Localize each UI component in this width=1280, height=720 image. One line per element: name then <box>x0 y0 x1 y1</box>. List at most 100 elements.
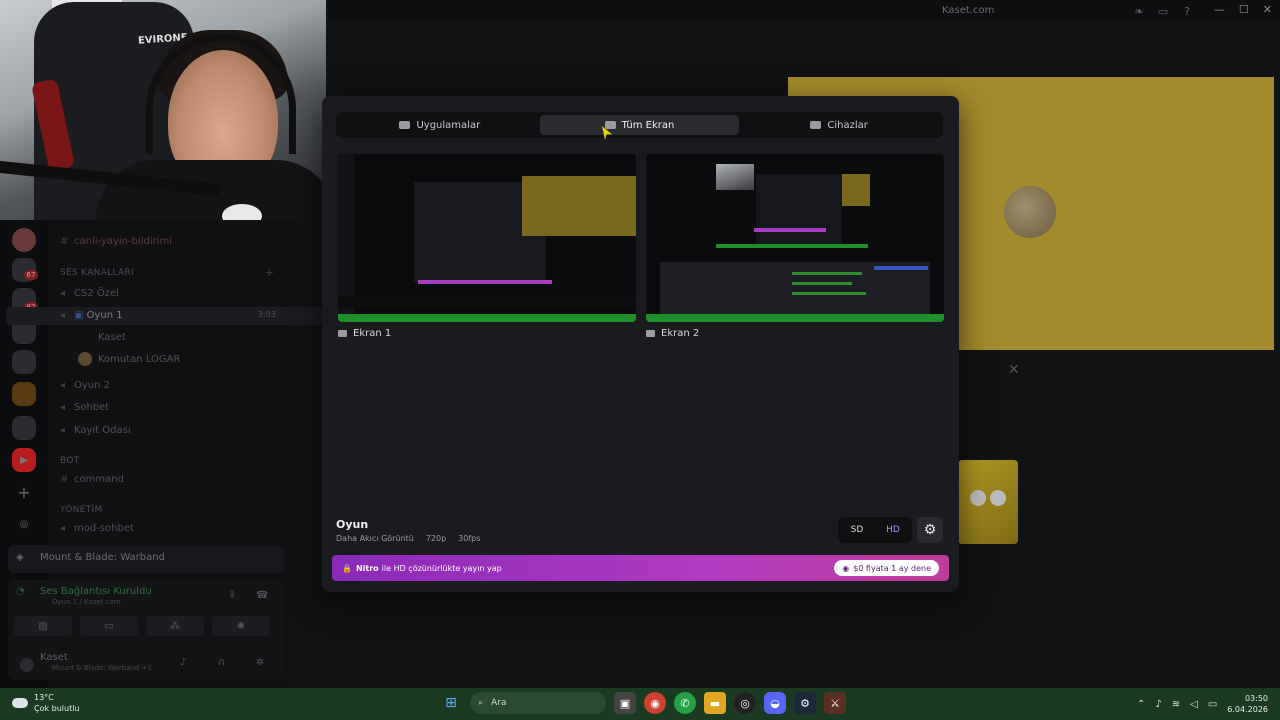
chrome-icon[interactable]: ◉ <box>644 692 666 714</box>
screen-share-button[interactable]: ▭ <box>80 616 138 636</box>
source-tabs: Uygulamalar Tüm Ekran Cihazlar <box>336 112 943 138</box>
server-icon[interactable] <box>12 416 36 440</box>
voice-user[interactable]: Kaset <box>98 332 126 343</box>
category-admin[interactable]: YÖNETİM <box>60 505 103 515</box>
hd-button[interactable]: HD <box>878 520 908 540</box>
nitro-banner: 🔒 Nitro ile HD çözünürlükte yayın yap ◉ … <box>332 555 949 581</box>
voice-channel[interactable]: ◂ CS2 Özel <box>60 288 119 299</box>
screen-share-modal: Uygulamalar Tüm Ekran Cihazlar Ekran 1 E… <box>322 96 959 592</box>
nitro-brand: Nitro <box>355 563 379 573</box>
stream-fps: 30fps <box>458 534 481 543</box>
minimize-button[interactable]: — <box>1214 3 1225 16</box>
voice-channel[interactable]: ◂ mod-sohbet <box>60 523 134 534</box>
stream-resolution: 720p <box>425 534 447 543</box>
settings-icon[interactable]: ✲ <box>256 657 264 668</box>
battery-icon[interactable]: ▭ <box>1208 699 1217 710</box>
text-channel[interactable]: # command <box>60 474 124 485</box>
camera-off-button[interactable]: ▨ <box>14 616 72 636</box>
sd-button[interactable]: SD <box>842 520 872 540</box>
stream-title: Oyun <box>336 518 369 531</box>
screen-1-label[interactable]: Ekran 1 <box>338 328 391 339</box>
participant-avatar <box>1004 186 1056 238</box>
youtube-server-icon[interactable]: ▶ <box>12 448 36 472</box>
whatsapp-icon[interactable]: ✆ <box>674 692 696 714</box>
noise-icon[interactable]: ⫴ <box>230 590 234 601</box>
category-bot[interactable]: BOT <box>60 456 80 466</box>
voice-channel[interactable]: ◂ Kayıt Odası <box>60 425 131 436</box>
chevron-up-icon[interactable]: ⌃ <box>1137 699 1145 710</box>
cloud-icon <box>12 698 28 708</box>
volume-icon[interactable]: ◁ <box>1190 699 1198 710</box>
screen-2-label[interactable]: Ekran 2 <box>646 328 699 339</box>
add-server-icon[interactable]: + <box>12 480 36 504</box>
mic-icon[interactable]: ♪ <box>1155 699 1161 710</box>
monitor-icon <box>338 330 347 337</box>
stream-mode: Daha Akıcı Görüntü <box>336 534 414 543</box>
screen-1-thumbnail[interactable] <box>338 154 636 322</box>
add-channel-icon[interactable]: + <box>265 266 274 279</box>
signal-icon: ◔ <box>16 586 25 597</box>
weather-widget[interactable]: 13°C Çok bulutlu <box>12 692 80 714</box>
webcam-overlay: EVIRONE <box>0 0 326 220</box>
stream-meta: Daha Akıcı Görüntü 720p 30fps <box>336 534 480 543</box>
tab-applications[interactable]: Uygulamalar <box>340 115 540 135</box>
user-status: Mount & Blade: Warband +1 <box>52 664 153 672</box>
close-icon[interactable]: ✕ <box>1008 362 1020 378</box>
wifi-icon[interactable]: ≋ <box>1172 699 1180 710</box>
steam-icon[interactable]: ⚙ <box>794 692 816 714</box>
tab-full-screen[interactable]: Tüm Ekran <box>539 115 740 135</box>
voice-user[interactable]: Komutan LOGAR <box>78 352 180 366</box>
game-name: Mount & Blade: Warband <box>40 552 165 563</box>
avatar <box>78 352 92 366</box>
monitor-icon <box>604 121 616 129</box>
channel-item[interactable]: # canli-yayin-bildirimi <box>60 236 172 247</box>
voice-channel[interactable]: ◂ Sohbet <box>60 402 109 413</box>
screen-2-thumbnail[interactable] <box>646 154 944 322</box>
disconnect-icon[interactable]: ☎ <box>256 590 268 601</box>
participant-tile[interactable] <box>958 460 1018 544</box>
inbox-icon[interactable]: ▭ <box>1156 4 1170 18</box>
start-button[interactable]: ⊞ <box>440 692 462 714</box>
user-name: Kaset <box>40 652 68 663</box>
nitro-trial-button[interactable]: ◉ $0 fiyata 1 ay dene <box>834 560 939 576</box>
game-icon[interactable]: ⚔ <box>824 692 846 714</box>
obs-icon[interactable]: ◎ <box>734 692 756 714</box>
soundboard-button[interactable]: ✺ <box>212 616 270 636</box>
game-icon: ◈ <box>16 552 24 563</box>
help-icon[interactable]: ? <box>1180 4 1194 18</box>
discord-app: Kaset.com ❧ ▭ ? — ☐ ✕ 67 82 ▶ + ◎ #canli… <box>0 0 1280 688</box>
camera-icon <box>810 121 822 129</box>
headset-icon[interactable]: ∩ <box>218 657 225 668</box>
gear-icon[interactable]: ⚙ <box>917 517 943 543</box>
tab-devices[interactable]: Cihazlar <box>739 115 939 135</box>
discover-icon[interactable]: ◎ <box>12 512 36 536</box>
discord-icon[interactable]: ◒ <box>764 692 786 714</box>
game-activity-panel[interactable]: ◈ Mount & Blade: Warband <box>8 545 284 573</box>
leaf-icon[interactable]: ❧ <box>1132 4 1146 18</box>
close-button[interactable]: ✕ <box>1263 3 1272 16</box>
voice-channel-active[interactable]: ◂ ▣ Oyun 1 <box>60 310 123 321</box>
taskbar-search[interactable]: ⌕ Ara <box>470 692 606 714</box>
weather-temp: 13°C <box>34 693 54 702</box>
maximize-button[interactable]: ☐ <box>1239 3 1249 16</box>
clock[interactable]: 03:50 6.04.2026 <box>1227 693 1268 715</box>
folder-icon[interactable]: ▬ <box>704 692 726 714</box>
user-avatar[interactable] <box>20 658 34 672</box>
monitor-icon <box>646 330 655 337</box>
server-icon[interactable] <box>12 382 36 406</box>
voice-channel[interactable]: ◂ Oyun 2 <box>60 380 110 391</box>
unread-badge: 67 <box>24 270 38 280</box>
voice-location: Oyun 1 / Kaset.com <box>52 598 121 606</box>
activities-button[interactable]: ⁂ <box>146 616 204 636</box>
window-title: Kaset.com <box>942 5 995 16</box>
voice-timer: 3:03 <box>258 310 276 319</box>
task-view-icon[interactable]: ▣ <box>614 692 636 714</box>
server-icon[interactable] <box>12 350 36 374</box>
nitro-icon: ◉ <box>842 563 850 573</box>
voice-status[interactable]: Ses Bağlantısı Kuruldu <box>40 586 152 597</box>
mic-icon[interactable]: ♪ <box>180 657 186 668</box>
search-icon: ⌕ <box>478 698 484 708</box>
category-voice[interactable]: SES KANALLARI <box>60 268 134 278</box>
taskbar: 13°C Çok bulutlu ⊞ ⌕ Ara ▣ ◉ ✆ ▬ ◎ ◒ ⚙ ⚔… <box>0 688 1280 720</box>
server-icon[interactable] <box>12 228 36 252</box>
